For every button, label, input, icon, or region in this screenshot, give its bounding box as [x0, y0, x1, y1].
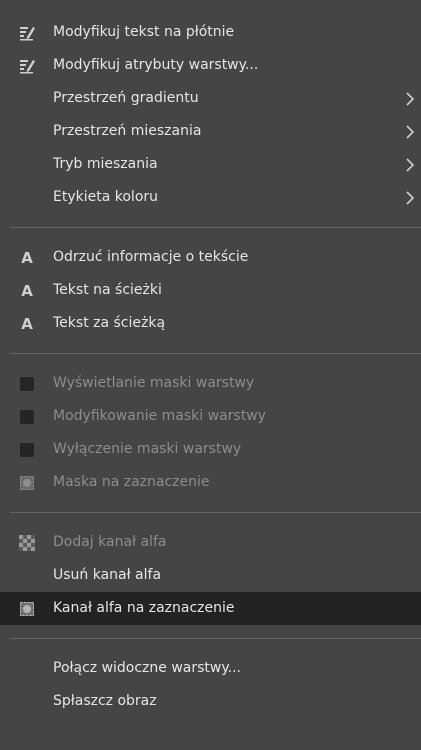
- menu-item-mask-to-selection[interactable]: Maska na zaznaczenie: [0, 466, 421, 499]
- chevron-right-icon: [403, 181, 417, 214]
- menu-item-label: Odrzuć informacje o tekście: [53, 249, 249, 265]
- menu-item-label: Usuń kanał alfa: [53, 567, 162, 583]
- menu-item-label: Tekst na ścieżki: [53, 282, 162, 298]
- text-a-icon: A: [21, 315, 33, 333]
- menu-item-label: Modyfikuj tekst na płótnie: [53, 24, 235, 40]
- menu-item-label: Wyświetlanie maski warstwy: [53, 375, 255, 391]
- menu-item-gradient-space[interactable]: Przestrzeń gradientu: [0, 82, 421, 115]
- menu-item-flatten-image[interactable]: Spłaszcz obraz: [0, 685, 421, 718]
- menu-item-label: Dodaj kanał alfa: [53, 534, 167, 550]
- menu-item-label: Modyfikuj atrybuty warstwy...: [53, 57, 259, 73]
- mask-to-selection-icon: [18, 474, 36, 492]
- menu-item-composite-space[interactable]: Przestrzeń mieszania: [0, 115, 421, 148]
- menu-item-remove-alpha-channel[interactable]: Usuń kanał alfa: [0, 559, 421, 592]
- menu-item-add-alpha-channel[interactable]: Dodaj kanał alfa: [0, 526, 421, 559]
- menu-item-discard-text-info[interactable]: A Odrzuć informacje o tekście: [0, 241, 421, 274]
- menu-item-text-along-path[interactable]: A Tekst za ścieżką: [0, 307, 421, 340]
- chevron-right-icon: [403, 115, 417, 148]
- menu-separator: [10, 227, 421, 228]
- menu-item-edit-layer-attributes[interactable]: Modyfikuj atrybuty warstwy...: [0, 49, 421, 82]
- mask-disable-icon: [18, 441, 36, 459]
- menu-item-label: Modyfikowanie maski warstwy: [53, 408, 266, 424]
- mask-edit-icon: [18, 408, 36, 426]
- menu-item-text-to-path[interactable]: A Tekst na ścieżki: [0, 274, 421, 307]
- text-a-icon: A: [21, 249, 33, 267]
- menu-item-label: Etykieta koloru: [53, 189, 159, 205]
- menu-item-label: Przestrzeń mieszania: [53, 123, 202, 139]
- text-a-icon: A: [21, 282, 33, 300]
- menu-item-label: Kanał alfa na zaznaczenie: [53, 600, 235, 616]
- alpha-add-icon: [18, 534, 36, 552]
- alpha-to-selection-icon: [18, 600, 36, 618]
- menu-item-edit-text-on-canvas[interactable]: Modyfikuj tekst na płótnie: [0, 16, 421, 49]
- menu-item-label: Połącz widoczne warstwy...: [53, 660, 241, 676]
- chevron-right-icon: [403, 82, 417, 115]
- menu-item-label: Wyłączenie maski warstwy: [53, 441, 242, 457]
- chevron-right-icon: [403, 148, 417, 181]
- menu-item-label: Tekst za ścieżką: [53, 315, 166, 331]
- mask-show-icon: [18, 375, 36, 393]
- menu-item-label: Maska na zaznaczenie: [53, 474, 210, 490]
- menu-separator: [10, 353, 421, 354]
- layer-context-menu: Modyfikuj tekst na płótnie Modyfikuj atr…: [0, 0, 421, 750]
- menu-item-show-layer-mask[interactable]: Wyświetlanie maski warstwy: [0, 367, 421, 400]
- menu-item-alpha-to-selection[interactable]: Kanał alfa na zaznaczenie: [0, 592, 421, 625]
- menu-item-disable-layer-mask[interactable]: Wyłączenie maski warstwy: [0, 433, 421, 466]
- menu-item-label: Spłaszcz obraz: [53, 693, 157, 709]
- menu-item-color-tag[interactable]: Etykieta koloru: [0, 181, 421, 214]
- edit-text-icon: [18, 24, 36, 42]
- menu-item-merge-visible-layers[interactable]: Połącz widoczne warstwy...: [0, 652, 421, 685]
- menu-separator: [10, 638, 421, 639]
- menu-item-composite-mode[interactable]: Tryb mieszania: [0, 148, 421, 181]
- edit-attributes-icon: [18, 57, 36, 75]
- menu-item-edit-layer-mask[interactable]: Modyfikowanie maski warstwy: [0, 400, 421, 433]
- menu-item-label: Tryb mieszania: [53, 156, 158, 172]
- menu-item-label: Przestrzeń gradientu: [53, 90, 199, 106]
- menu-separator: [10, 512, 421, 513]
